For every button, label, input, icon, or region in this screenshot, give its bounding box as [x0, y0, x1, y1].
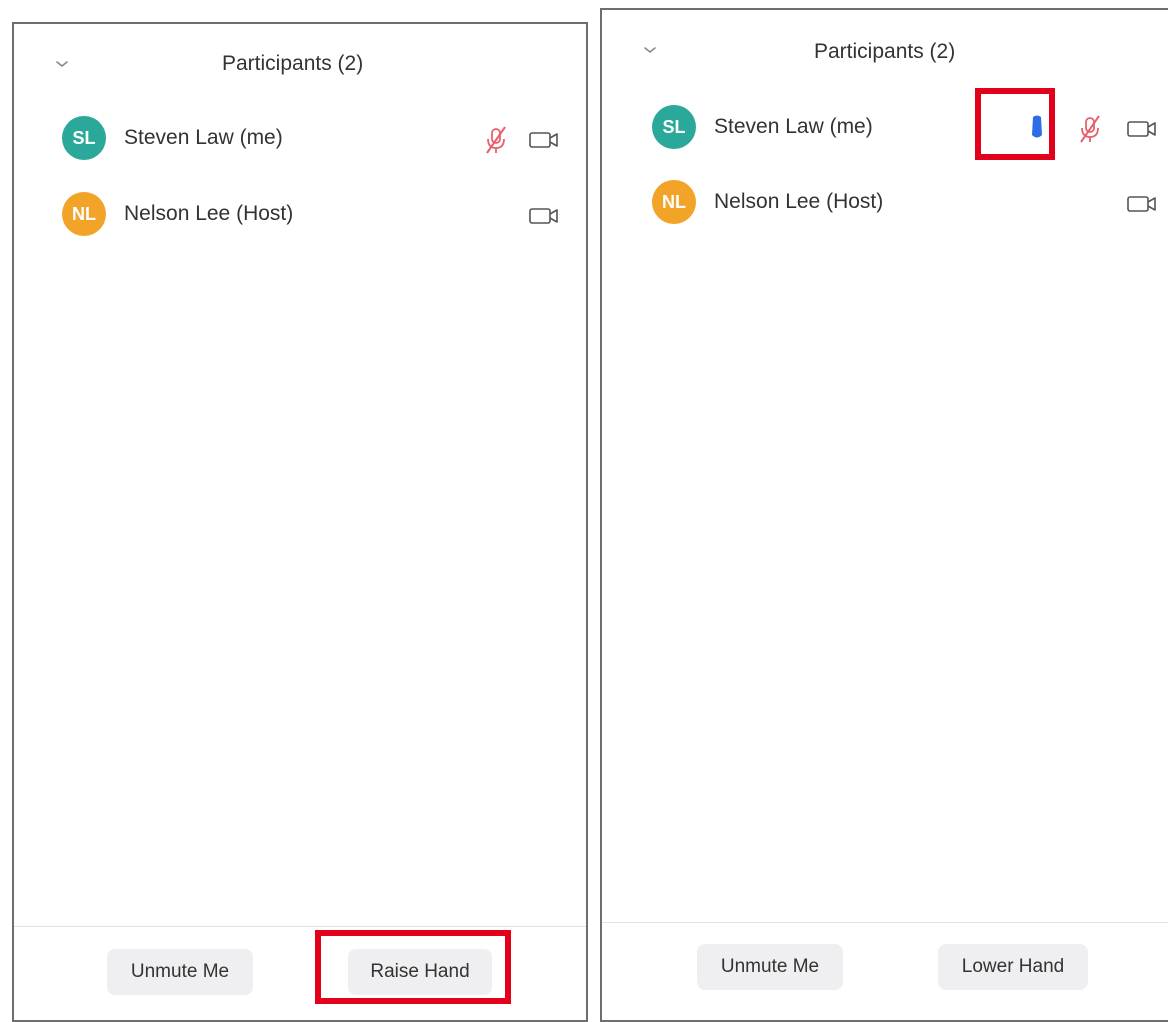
participant-row[interactable]: NL Nelson Lee (Host)	[62, 192, 582, 240]
muted-mic-icon[interactable]	[1074, 113, 1106, 145]
unmute-button[interactable]: Unmute Me	[107, 949, 253, 995]
unmute-button[interactable]: Unmute Me	[697, 944, 843, 990]
video-camera-icon[interactable]	[528, 204, 560, 228]
participant-row[interactable]: NL Nelson Lee (Host)	[652, 180, 1168, 228]
avatar: SL	[652, 105, 696, 149]
highlight-box	[975, 88, 1055, 160]
participant-name: Nelson Lee (Host)	[124, 202, 294, 225]
participants-panel-right: Participants (2) SL Steven Law (me) NL N…	[600, 8, 1168, 1022]
participant-name: Nelson Lee (Host)	[714, 190, 884, 213]
highlight-box	[315, 930, 511, 1004]
video-camera-icon[interactable]	[1126, 117, 1158, 141]
video-camera-icon[interactable]	[1126, 192, 1158, 216]
panel-title: Participants (2)	[222, 52, 364, 75]
panel-title: Participants (2)	[814, 40, 956, 63]
lower-hand-button[interactable]: Lower Hand	[938, 944, 1088, 990]
footer-divider	[14, 926, 586, 927]
participant-name: Steven Law (me)	[124, 126, 283, 149]
avatar: NL	[652, 180, 696, 224]
participant-row[interactable]: SL Steven Law (me)	[62, 116, 582, 164]
video-camera-icon[interactable]	[528, 128, 560, 152]
participant-row[interactable]: SL Steven Law (me)	[652, 105, 1168, 153]
chevron-down-icon[interactable]	[52, 54, 72, 74]
muted-mic-icon[interactable]	[480, 124, 512, 156]
participant-name: Steven Law (me)	[714, 115, 873, 138]
chevron-down-icon[interactable]	[640, 40, 660, 60]
participants-panel-left: Participants (2) SL Steven Law (me) NL N…	[12, 22, 588, 1022]
footer-divider	[602, 922, 1168, 923]
avatar: SL	[62, 116, 106, 160]
avatar: NL	[62, 192, 106, 236]
